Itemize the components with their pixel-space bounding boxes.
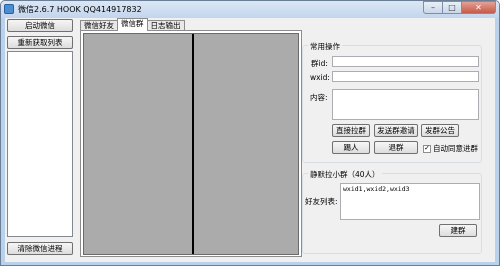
post-announcement-button[interactable]: 发群公告 (421, 124, 459, 137)
common-ops-legend: 常用操作 (308, 41, 342, 52)
silent-pull-group: 静默拉小群（40人） 好友列表: wxid1,wxid2,wxid3 建群 (302, 169, 482, 254)
auto-accept-label: 自动同意进群 (433, 144, 478, 153)
checkmark-icon: ✓ (424, 144, 430, 152)
friends-list-field[interactable]: wxid1,wxid2,wxid3 (340, 183, 480, 220)
common-ops-group: 常用操作 群id: wxid: 内容: 直接拉群 发送群邀请 发群公告 踢人 退… (302, 41, 482, 163)
create-group-button[interactable]: 建群 (439, 224, 477, 237)
friends-list-label: 好友列表: (305, 197, 338, 206)
close-button[interactable]: ✕ (462, 1, 496, 14)
pane-splitter[interactable] (192, 34, 194, 254)
pull-into-group-button[interactable]: 直接拉群 (332, 124, 370, 137)
quit-group-button[interactable]: 退群 (374, 141, 418, 154)
group-list-pane[interactable] (83, 33, 299, 255)
kick-member-button[interactable]: 踢人 (332, 141, 370, 154)
groups-tab-panel (80, 30, 302, 257)
content-field[interactable] (332, 89, 479, 120)
content-label: 内容: (310, 93, 328, 102)
send-group-invite-button[interactable]: 发送群邀请 (374, 124, 418, 137)
silent-pull-legend: 静默拉小群（40人） (308, 169, 382, 180)
title-bar[interactable]: 微信2.6.7 HOOK QQ414917832 – □ ✕ (1, 1, 499, 18)
minimize-icon: – (431, 3, 435, 12)
wechat-process-list[interactable] (7, 51, 73, 237)
window-title: 微信2.6.7 HOOK QQ414917832 (18, 5, 142, 14)
group-id-field[interactable] (332, 56, 479, 67)
window-controls: – □ ✕ (423, 1, 496, 15)
auto-accept-checkbox[interactable]: ✓ (423, 144, 431, 153)
maximize-button[interactable]: □ (443, 1, 462, 14)
group-id-label: 群id: (311, 59, 328, 68)
main-window: 微信2.6.7 HOOK QQ414917832 – □ ✕ 启动微信 重新获取… (0, 0, 500, 266)
wxid-field[interactable] (332, 71, 479, 82)
auto-accept-checkbox-wrap[interactable]: ✓ 自动同意进群 (423, 143, 478, 154)
client-area: 启动微信 重新获取列表 清除微信进程 微信好友 微信群 日志输出 常用操作 群i… (5, 18, 495, 262)
wxid-label: wxid: (310, 73, 330, 82)
start-wechat-button[interactable]: 启动微信 (7, 19, 73, 32)
refresh-list-button[interactable]: 重新获取列表 (7, 36, 73, 49)
clear-wechat-process-button[interactable]: 清除微信进程 (7, 242, 73, 255)
close-icon: ✕ (475, 3, 482, 12)
maximize-icon: □ (448, 3, 456, 12)
minimize-button[interactable]: – (423, 1, 443, 14)
tab-groups[interactable]: 微信群 (117, 18, 148, 31)
app-icon (4, 4, 14, 14)
